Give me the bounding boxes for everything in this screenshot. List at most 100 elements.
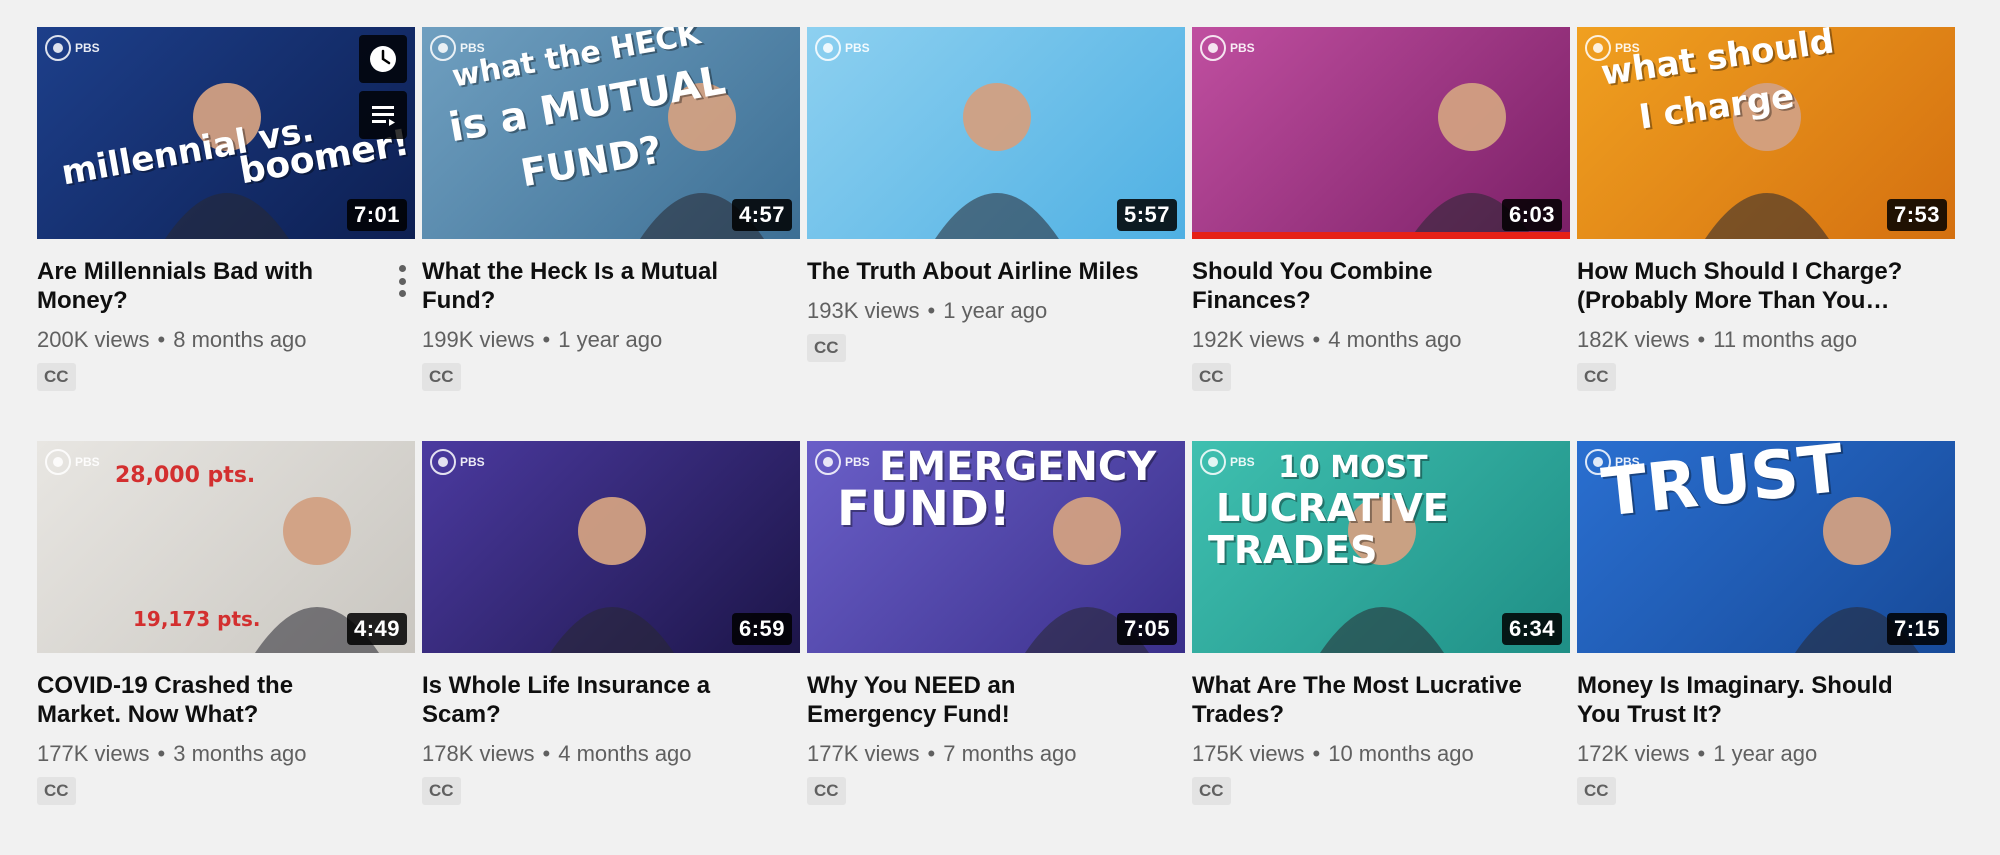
video-thumbnail[interactable]: what should I charge PBS 7:53 (1577, 27, 1955, 239)
cc-badge: CC (807, 334, 846, 362)
queue-icon (372, 106, 395, 126)
video-title[interactable]: COVID-19 Crashed the Market. Now What? (37, 671, 379, 729)
more-options-icon[interactable] (395, 265, 409, 297)
video-card[interactable]: EMERGENCY FUND! PBS 7:05 Why You NEED an Em… (807, 441, 1185, 855)
pbs-logo: PBS (1585, 449, 1640, 475)
view-count: 175K views (1192, 741, 1305, 766)
pbs-icon (45, 35, 71, 61)
video-thumbnail[interactable]: TRUST PBS 7:15 (1577, 441, 1955, 653)
cc-badge: CC (422, 777, 461, 805)
cc-badge: CC (422, 363, 461, 391)
video-thumbnail[interactable]: EMERGENCY FUND! PBS 7:05 (807, 441, 1185, 653)
pbs-icon (1200, 449, 1226, 475)
upload-age: 3 months ago (173, 741, 307, 766)
view-count: 182K views (1577, 327, 1690, 352)
view-count: 172K views (1577, 741, 1690, 766)
duration-badge: 7:01 (346, 199, 407, 231)
upload-age: 4 months ago (558, 741, 692, 766)
upload-age: 1 year ago (1713, 741, 1818, 766)
cc-badge: CC (37, 363, 76, 391)
separator-dot: • (1312, 327, 1321, 352)
upload-age: 4 months ago (1328, 327, 1462, 352)
clock-icon (370, 46, 396, 72)
cc-badge: CC (1577, 363, 1616, 391)
pbs-label: PBS (845, 455, 870, 469)
video-title[interactable]: Are Millennials Bad with Money? (37, 257, 379, 315)
separator-dot: • (1312, 741, 1321, 766)
upload-age: 1 year ago (558, 327, 663, 352)
video-title[interactable]: Is Whole Life Insurance a Scam? (422, 671, 764, 729)
video-card[interactable]: what the HECK is a MUTUAL FUND? PBS 4:57 Wha… (422, 27, 800, 441)
pbs-label: PBS (1230, 455, 1255, 469)
upload-age: 10 months ago (1328, 741, 1474, 766)
pbs-logo: PBS (1200, 35, 1255, 61)
video-card[interactable]: PBS 5:57 The Truth About Airline Miles 19… (807, 27, 1185, 441)
video-stats: 177K views • 7 months ago (807, 741, 1149, 767)
pbs-label: PBS (1230, 41, 1255, 55)
video-title[interactable]: Money Is Imaginary. Should You Trust It? (1577, 671, 1919, 729)
duration-badge: 7:15 (1886, 613, 1947, 645)
video-stats: 177K views • 3 months ago (37, 741, 379, 767)
duration-badge: 5:57 (1116, 199, 1177, 231)
video-card[interactable]: PBS 6:03 Should You Combine Finances? 192… (1192, 27, 1570, 441)
video-title[interactable]: Why You NEED an Emergency Fund! (807, 671, 1149, 729)
pbs-label: PBS (1615, 41, 1640, 55)
video-title[interactable]: What the Heck Is a Mutual Fund? (422, 257, 764, 315)
separator-dot: • (157, 741, 166, 766)
upload-age: 8 months ago (173, 327, 307, 352)
video-title[interactable]: The Truth About Airline Miles (807, 257, 1149, 286)
video-card[interactable]: PBS 6:59 Is Whole Life Insurance a Scam? … (422, 441, 800, 855)
pbs-icon (1585, 449, 1611, 475)
video-stats: 178K views • 4 months ago (422, 741, 764, 767)
pbs-icon (430, 35, 456, 61)
video-meta: How Much Should I Charge? (Probably More… (1577, 239, 1955, 391)
pbs-label: PBS (1615, 455, 1640, 469)
watch-progress-bar (1192, 232, 1570, 239)
pbs-label: PBS (75, 41, 100, 55)
video-meta: Are Millennials Bad with Money? 200K vie… (37, 239, 415, 391)
video-stats: 172K views • 1 year ago (1577, 741, 1919, 767)
video-stats: 182K views • 11 months ago (1577, 327, 1919, 353)
separator-dot: • (927, 298, 936, 323)
separator-dot: • (542, 327, 551, 352)
upload-age: 1 year ago (943, 298, 1048, 323)
watch-later-button[interactable] (359, 35, 407, 83)
thumbnail-caption: 19,173 pts. (133, 607, 261, 631)
video-thumbnail[interactable]: millennial vs. boomer! PBS 7:01 (37, 27, 415, 239)
video-thumbnail[interactable]: PBS 5:57 (807, 27, 1185, 239)
video-thumbnail[interactable]: 28,000 pts. 19,173 pts. PBS 4:49 (37, 441, 415, 653)
pbs-icon (815, 35, 841, 61)
video-meta: Should You Combine Finances? 192K views •… (1192, 239, 1570, 391)
video-thumbnail[interactable]: PBS 6:59 (422, 441, 800, 653)
view-count: 200K views (37, 327, 150, 352)
video-card[interactable]: millennial vs. boomer! PBS 7:01 Are Millenn… (37, 27, 415, 441)
video-thumbnail[interactable]: what the HECK is a MUTUAL FUND? PBS 4:57 (422, 27, 800, 239)
view-count: 192K views (1192, 327, 1305, 352)
pbs-icon (815, 449, 841, 475)
video-stats: 199K views • 1 year ago (422, 327, 764, 353)
video-thumbnail[interactable]: 10 MOST LUCRATIVE TRADES PBS 6:34 (1192, 441, 1570, 653)
video-card[interactable]: 10 MOST LUCRATIVE TRADES PBS 6:34 What Are T… (1192, 441, 1570, 855)
upload-age: 11 months ago (1713, 327, 1858, 352)
view-count: 177K views (37, 741, 150, 766)
thumbnail-caption: 28,000 pts. (115, 463, 256, 488)
add-to-queue-button[interactable] (359, 91, 407, 139)
video-title[interactable]: How Much Should I Charge? (Probably More… (1577, 257, 1919, 315)
duration-badge: 6:59 (731, 613, 792, 645)
video-card[interactable]: what should I charge PBS 7:53 How Much Shou… (1577, 27, 1955, 441)
video-title[interactable]: What Are The Most Lucrative Trades? (1192, 671, 1534, 729)
video-title[interactable]: Should You Combine Finances? (1192, 257, 1534, 315)
video-card[interactable]: 28,000 pts. 19,173 pts. PBS 4:49 COVID-19 C… (37, 441, 415, 855)
video-stats: 193K views • 1 year ago (807, 298, 1149, 324)
separator-dot: • (157, 327, 166, 352)
cc-badge: CC (37, 777, 76, 805)
video-meta: COVID-19 Crashed the Market. Now What? 1… (37, 653, 415, 805)
separator-dot: • (1697, 741, 1706, 766)
video-card[interactable]: TRUST PBS 7:15 Money Is Imaginary. Should … (1577, 441, 1955, 855)
thumbnail-caption: FUND! (837, 481, 1011, 537)
pbs-logo: PBS (1200, 449, 1255, 475)
video-thumbnail[interactable]: PBS 6:03 (1192, 27, 1570, 239)
duration-badge: 4:57 (731, 199, 792, 231)
video-meta: What Are The Most Lucrative Trades? 175K… (1192, 653, 1570, 805)
pbs-label: PBS (460, 455, 485, 469)
